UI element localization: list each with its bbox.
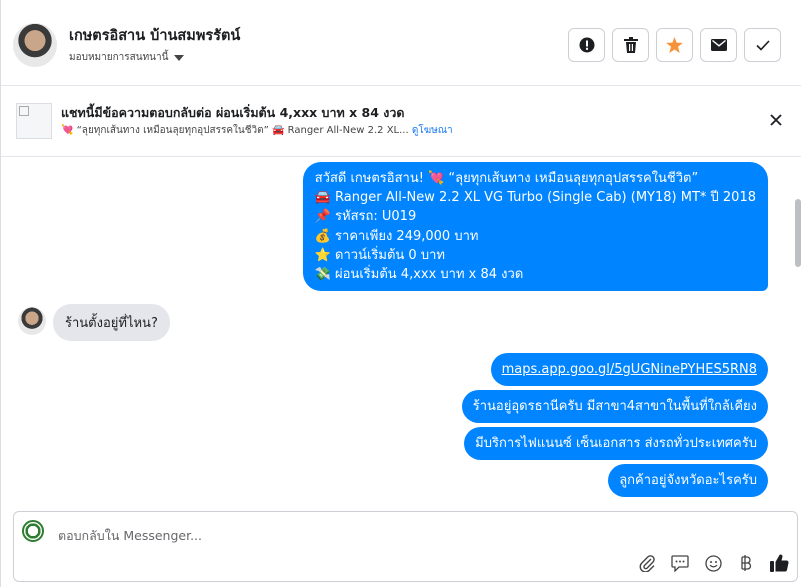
- ad-title: แชทนี้มีข้อความตอบกลับต่อ ผ่อนเริ่มต้น 4…: [61, 105, 405, 120]
- message-line: 📌 รหัสรถ: U019: [314, 209, 417, 225]
- chat-bubble-icon: [671, 554, 689, 572]
- smiley-icon: [704, 554, 722, 572]
- ad-subtitle-text: 💘 “ลุยทุกเส้นทาง เหมือนลุยทุกอุปสรรคในชี…: [61, 125, 409, 136]
- message-outgoing: สวัสดี เกษตรอิสาน! 💘 “ลุยทุกเส้นทาง เหมื…: [302, 162, 768, 292]
- conversation-header: เกษตรอิสาน บ้านสมพรรัตน์ มอบหมายการสนทนา…: [1, 0, 801, 86]
- header-actions: [568, 28, 781, 62]
- paperclip-icon: [639, 555, 655, 572]
- assign-label: มอบหมายการสนทนานี้: [69, 52, 169, 63]
- chat-scrollbar[interactable]: [795, 157, 801, 505]
- saved-replies-button[interactable]: [670, 553, 690, 573]
- assign-conversation-dropdown[interactable]: มอบหมายการสนทนานี้: [69, 50, 185, 65]
- payment-button[interactable]: [736, 553, 756, 573]
- ad-reply-banner: แชทนี้มีข้อความตอบกลับต่อ ผ่อนเริ่มต้น 4…: [1, 87, 801, 157]
- ad-subtitle: 💘 “ลุยทุกเส้นทาง เหมือนลุยทุกอุปสรรคในชี…: [61, 123, 453, 138]
- close-banner-button[interactable]: [767, 111, 785, 129]
- message-line: สวัสดี เกษตรอิสาน! 💘 “ลุยทุกเส้นทาง เหมื…: [314, 171, 699, 186]
- star-icon: [666, 37, 683, 53]
- message-line: 💰 ราคาเพียง 249,000 บาท: [314, 228, 479, 244]
- mark-unread-button[interactable]: [700, 28, 737, 62]
- emoji-button[interactable]: [703, 553, 723, 573]
- star-button[interactable]: [656, 28, 693, 62]
- check-icon: [755, 39, 770, 51]
- mail-icon: [710, 39, 727, 51]
- reply-input[interactable]: ตอบกลับใน Messenger...: [58, 526, 202, 546]
- message-line: ⭐ ดาวน์เริ่มต้น 0 บาท: [314, 247, 445, 263]
- message-incoming: ร้านตั้งอยู่ที่ไหน?: [53, 304, 170, 341]
- mark-done-button[interactable]: [744, 28, 781, 62]
- attach-button[interactable]: [637, 553, 657, 573]
- composer-tools: [637, 553, 789, 573]
- spam-button[interactable]: [568, 28, 605, 62]
- view-ad-link[interactable]: ดูโฆษณา: [412, 125, 453, 136]
- scrollbar-thumb[interactable]: [795, 199, 801, 267]
- delete-button[interactable]: [612, 28, 649, 62]
- contact-avatar[interactable]: [13, 23, 57, 67]
- thumbs-up-icon: [769, 554, 789, 572]
- message-link[interactable]: maps.app.goo.gl/5gUGNinePYHES5RN8: [490, 353, 768, 387]
- like-button[interactable]: [769, 553, 789, 573]
- close-icon: [770, 114, 782, 126]
- message-list: สวัสดี เกษตรอิสาน! 💘 “ลุยทุกเส้นทาง เหมื…: [1, 157, 801, 505]
- contact-name[interactable]: เกษตรอิสาน บ้านสมพรรัตน์: [69, 24, 240, 47]
- baht-icon: [741, 555, 752, 571]
- contact-avatar-small: [18, 307, 46, 335]
- message-outgoing: ลูกค้าอยู่จังหวัดอะไรครับ: [608, 464, 768, 498]
- caret-down-icon: [174, 54, 185, 61]
- alert-icon: [579, 37, 594, 53]
- message-outgoing: มีบริการไฟแนนซ์ เซ็นเอกสาร ส่งรถทั่วประเ…: [464, 427, 768, 461]
- message-line: 🚘 Ranger All-New 2.2 XL VG Turbo (Single…: [314, 190, 756, 206]
- trash-icon: [623, 37, 638, 53]
- message-outgoing: ร้านอยู่อุดรธานีครับ มีสาขา4สาขาในพื้นที…: [461, 390, 768, 424]
- message-line: 💸 ผ่อนเริ่มต้น 4,xxx บาท x 84 งวด: [314, 267, 524, 283]
- page-avatar: [22, 520, 44, 542]
- reply-composer[interactable]: ตอบกลับใน Messenger...: [13, 511, 798, 582]
- ad-thumbnail: [16, 103, 52, 139]
- conversation-panel: เกษตรอิสาน บ้านสมพรรัตน์ มอบหมายการสนทนา…: [0, 0, 801, 587]
